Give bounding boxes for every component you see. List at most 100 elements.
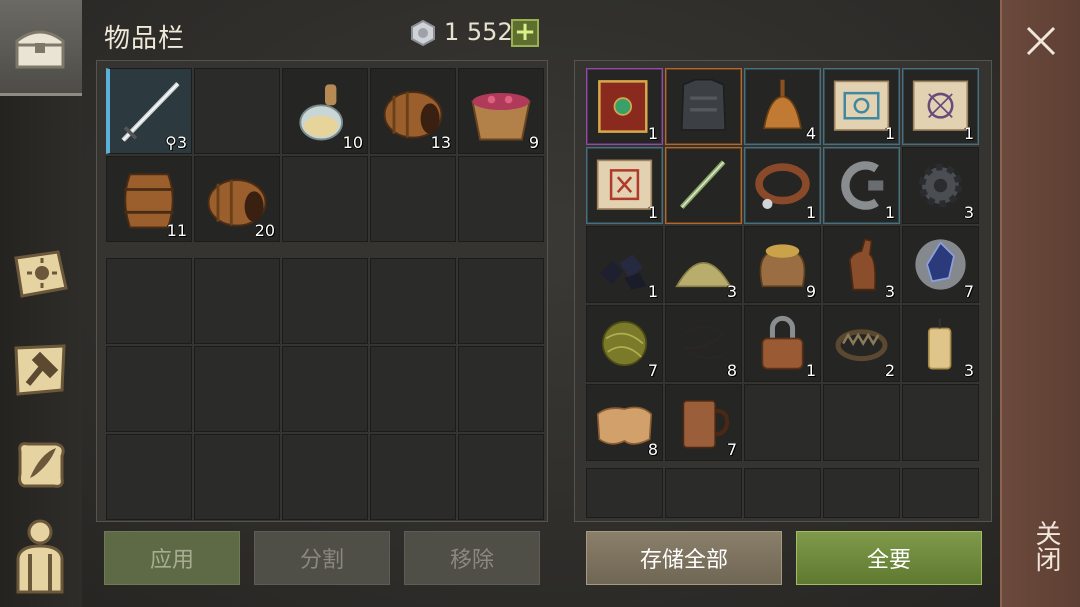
empty-slot[interactable]	[370, 156, 456, 242]
inventory-slot[interactable]: 2	[823, 305, 900, 382]
item-count: 1	[647, 282, 658, 301]
empty-slot	[458, 346, 544, 432]
item-count: 1	[884, 124, 895, 143]
item-count: 7	[726, 440, 737, 459]
player-inventory-grid: ⚲3 10 13 9 11 20	[106, 68, 544, 242]
empty-slot	[106, 258, 192, 344]
empty-slot[interactable]	[282, 156, 368, 242]
inventory-slot[interactable]: 3	[902, 305, 979, 382]
inventory-slot[interactable]: 1	[586, 68, 663, 145]
close-icon[interactable]	[1022, 22, 1060, 60]
left-sidebar	[0, 0, 82, 607]
empty-slot[interactable]	[902, 384, 979, 461]
inventory-slot[interactable]: 9	[744, 226, 821, 303]
item-count: 7	[647, 361, 658, 380]
item-count: 3	[963, 203, 974, 222]
close-label[interactable]: 关闭	[1028, 520, 1065, 572]
inventory-slot[interactable]: 1	[586, 147, 663, 224]
item-count: 1	[884, 203, 895, 222]
empty-slot	[902, 468, 979, 518]
inventory-slot[interactable]: 11	[106, 156, 192, 242]
split-button[interactable]: 分割	[254, 531, 390, 585]
item-count: 3	[726, 282, 737, 301]
item-count: 20	[254, 221, 275, 240]
item-count: 11	[166, 221, 187, 240]
inventory-slot[interactable]: 3	[665, 226, 742, 303]
inventory-slot[interactable]: 8	[665, 305, 742, 382]
coin-balance: 1 552	[444, 18, 513, 46]
empty-slot	[458, 434, 544, 520]
inventory-slot[interactable]: 20	[194, 156, 280, 242]
berry-bowl-icon	[463, 73, 539, 149]
item-count: 1	[805, 203, 816, 222]
item-count: 9	[805, 282, 816, 301]
empty-slot	[823, 468, 900, 518]
locked-slots-grid	[106, 258, 544, 520]
empty-slot	[106, 346, 192, 432]
inventory-slot[interactable]: ⚲3	[106, 68, 192, 154]
inventory-slot[interactable]: 3	[902, 147, 979, 224]
empty-slot[interactable]	[194, 68, 280, 154]
inventory-slot[interactable]: 13	[370, 68, 456, 154]
remove-button[interactable]: 移除	[404, 531, 540, 585]
take-all-button[interactable]: 全要	[796, 531, 982, 585]
empty-slot	[744, 468, 821, 518]
item-count: 8	[647, 440, 658, 459]
store-all-button[interactable]: 存储全部	[586, 531, 782, 585]
empty-slot	[282, 258, 368, 344]
inventory-slot[interactable]	[665, 68, 742, 145]
empty-slot	[282, 434, 368, 520]
inventory-slot[interactable]: 7	[665, 384, 742, 461]
empty-slot	[282, 346, 368, 432]
empty-slot	[194, 346, 280, 432]
storage-extra-row	[586, 468, 979, 518]
inventory-slot[interactable]: 7	[586, 305, 663, 382]
empty-slot[interactable]	[458, 156, 544, 242]
empty-slot	[194, 434, 280, 520]
empty-slot	[194, 258, 280, 344]
item-count: 10	[342, 133, 363, 152]
inventory-screen: 物品栏 1 552 + ⚲3 10 13 9 11 20 1411111313937781…	[0, 0, 1080, 607]
item-count: 1	[647, 203, 658, 222]
crafting-hammer-icon[interactable]	[6, 336, 74, 404]
silver-coin-icon	[410, 19, 436, 47]
inventory-slot[interactable]: 10	[282, 68, 368, 154]
armor-icon	[670, 73, 737, 140]
inventory-slot[interactable]	[665, 147, 742, 224]
empty-slot	[665, 468, 742, 518]
inventory-slot[interactable]: 3	[823, 226, 900, 303]
inventory-slot[interactable]: 1	[823, 68, 900, 145]
inventory-slot[interactable]: 4	[744, 68, 821, 145]
item-count: 9	[528, 133, 539, 152]
item-count: 3	[963, 361, 974, 380]
apply-button[interactable]: 应用	[104, 531, 240, 585]
inventory-slot[interactable]: 9	[458, 68, 544, 154]
inventory-slot[interactable]: 7	[902, 226, 979, 303]
item-count: 1	[647, 124, 658, 143]
inventory-slot[interactable]: 1	[902, 68, 979, 145]
empty-slot[interactable]	[744, 384, 821, 461]
inventory-slot[interactable]: 1	[744, 147, 821, 224]
item-count: 1	[805, 361, 816, 380]
empty-slot	[370, 258, 456, 344]
inventory-slot[interactable]: 1	[823, 147, 900, 224]
item-count: 13	[430, 133, 451, 152]
chest-icon[interactable]	[6, 12, 74, 80]
close-bar[interactable]	[1000, 0, 1080, 607]
item-count: 7	[963, 282, 974, 301]
item-count: 1	[963, 124, 974, 143]
empty-slot	[370, 434, 456, 520]
item-count: 8	[726, 361, 737, 380]
character-icon[interactable]	[6, 519, 74, 594]
empty-slot[interactable]	[823, 384, 900, 461]
add-coins-button[interactable]: +	[511, 19, 539, 47]
inventory-slot[interactable]: 8	[586, 384, 663, 461]
empty-slot	[106, 434, 192, 520]
storage-grid: 1 4 1 1 1 1 1 3 1 3 9 3 7 7 8 1 2 3 8 7	[586, 68, 979, 461]
sun-book-icon[interactable]	[6, 240, 74, 308]
empty-slot	[458, 258, 544, 344]
quill-scroll-icon[interactable]	[6, 430, 74, 498]
inventory-slot[interactable]: 1	[744, 305, 821, 382]
inventory-slot[interactable]: 1	[586, 226, 663, 303]
item-count: 3	[884, 282, 895, 301]
